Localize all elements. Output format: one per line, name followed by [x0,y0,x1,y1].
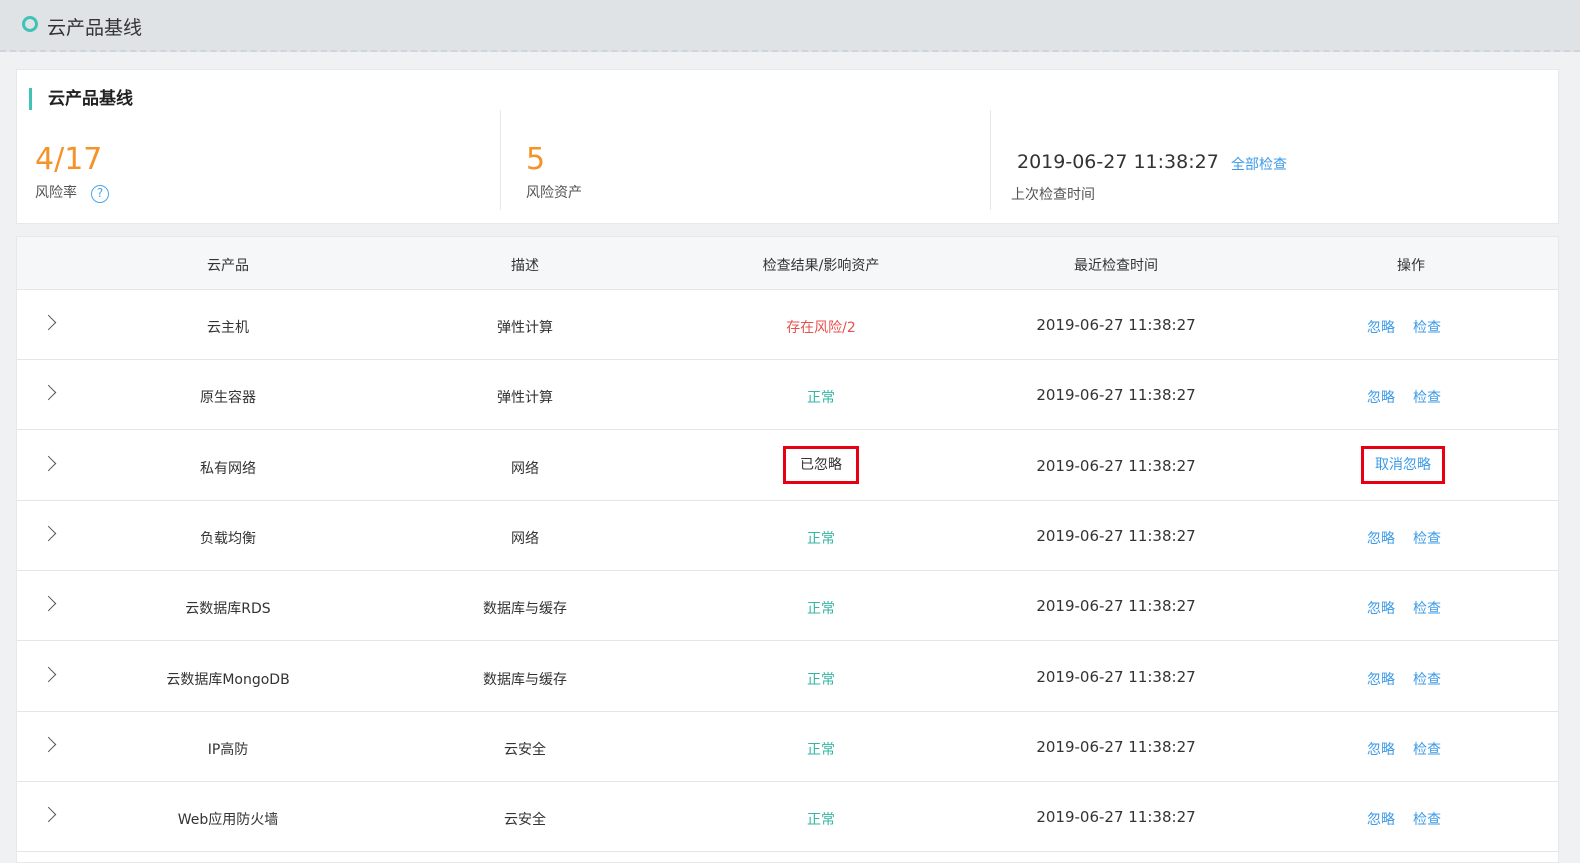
check-result-status: 正常 [807,390,835,406]
table-header: 云产品 描述 检查结果/影响资产 最近检查时间 操作 [17,237,1558,290]
check-result-status: 正常 [807,742,835,758]
last-check-time: 2019-06-27 11:38:27 [1036,597,1196,615]
check-button[interactable]: 检查 [1413,317,1441,337]
ignore-button[interactable]: 忽略 [1367,528,1395,548]
last-check-stat: 2019-06-27 11:38:27 全部检查 上次检查时间 [990,110,1550,210]
ignore-button[interactable]: 忽略 [1367,598,1395,618]
product-name: IP高防 [207,742,249,758]
table-row: Web应用防火墙 云安全 正常 2019-06-27 11:38:27 忽略 检查 [17,782,1558,852]
check-all-link[interactable]: 全部检查 [1231,154,1287,174]
check-button[interactable]: 检查 [1413,387,1441,407]
risk-assets-value: 5 [526,142,546,177]
check-result-status: 正常 [807,601,835,617]
table-row: 云主机 弹性计算 存在风险/2 2019-06-27 11:38:27 忽略 检查 [17,290,1558,360]
help-icon[interactable]: ? [91,185,109,203]
product-desc: 云安全 [504,812,546,828]
risk-assets-label: 风险资产 [526,185,582,201]
check-result-status: 正常 [807,672,835,688]
product-desc: 网络 [511,531,539,547]
last-check-time: 2019-06-27 11:38:27 [1036,738,1196,756]
last-check-time: 2019-06-27 11:38:27 [1036,668,1196,686]
table-row: 原生容器 弹性计算 正常 2019-06-27 11:38:27 忽略 检查 [17,360,1558,430]
last-check-time: 2019-06-27 11:38:27 [1036,316,1196,334]
chevron-right-icon[interactable] [40,666,57,683]
check-button[interactable]: 检查 [1413,809,1441,829]
check-result-status: 存在风险/2 [786,320,856,336]
ignore-button[interactable]: 忽略 [1367,317,1395,337]
last-check-time: 2019-06-27 11:38:27 [1036,386,1196,404]
ignore-button[interactable]: 忽略 [1367,809,1395,829]
check-button[interactable]: 检查 [1413,739,1441,759]
check-button[interactable]: 检查 [1413,669,1441,689]
last-check-label: 上次检查时间 [1011,187,1095,203]
status-ring-icon [22,16,38,32]
risk-rate-value: 4/17 [35,142,103,177]
product-desc: 云安全 [504,742,546,758]
ignore-button[interactable]: 忽略 [1367,739,1395,759]
product-name: 云主机 [207,320,249,336]
column-header-product: 云产品 [207,258,249,274]
check-result-status: 正常 [807,531,835,547]
chevron-right-icon[interactable] [40,736,57,753]
last-check-time: 2019-06-27 11:38:27 [1036,457,1196,475]
column-header-desc: 描述 [511,258,539,274]
table-row: IP高防 云安全 正常 2019-06-27 11:38:27 忽略 检查 [17,712,1558,782]
section-title: 云产品基线 [29,88,133,110]
product-name: 云数据库RDS [185,601,271,617]
cancel-ignore-button[interactable]: 取消忽略 [1361,446,1445,484]
chevron-right-icon[interactable] [40,384,57,401]
page-title: 云产品基线 [47,17,143,39]
ignore-button[interactable]: 忽略 [1367,387,1395,407]
check-button[interactable]: 检查 [1413,598,1441,618]
risk-rate-label: 风险率 [35,185,77,201]
product-desc: 数据库与缓存 [483,601,567,617]
check-result-status: 已忽略 [783,446,859,484]
check-result-status: 正常 [807,812,835,828]
product-name: 原生容器 [200,390,256,406]
product-desc: 网络 [511,461,539,477]
table-row: 负载均衡 网络 正常 2019-06-27 11:38:27 忽略 检查 [17,501,1558,571]
chevron-right-icon[interactable] [40,455,57,472]
top-bar: 云产品基线 [0,0,1580,52]
product-name: 云数据库MongoDB [166,672,290,688]
chevron-right-icon[interactable] [40,595,57,612]
product-name: 私有网络 [200,461,256,477]
baseline-table: 云产品 描述 检查结果/影响资产 最近检查时间 操作 云主机 弹性计算 存在风险/2… [16,236,1559,863]
last-check-time: 2019-06-27 11:38:27 [1036,808,1196,826]
last-check-time: 2019-06-27 11:38:27 [1036,527,1196,545]
product-desc: 弹性计算 [497,320,553,336]
table-row: 云数据库RDS 数据库与缓存 正常 2019-06-27 11:38:27 忽略 检查 [17,571,1558,641]
column-header-time: 最近检查时间 [1074,258,1158,274]
table-row: 云数据库MongoDB 数据库与缓存 正常 2019-06-27 11:38:27 忽略… [17,642,1558,712]
risk-assets-stat: 5 风险资产 [500,110,990,210]
last-check-time: 2019-06-27 11:38:27 [1017,151,1219,173]
chevron-right-icon[interactable] [40,525,57,542]
check-button[interactable]: 检查 [1413,528,1441,548]
product-name: 负载均衡 [200,531,256,547]
product-desc: 数据库与缓存 [483,672,567,688]
risk-rate-stat: 4/17 风险率 ? [17,110,500,210]
chevron-right-icon[interactable] [40,314,57,331]
column-header-result: 检查结果/影响资产 [762,258,880,274]
chevron-right-icon[interactable] [40,806,57,823]
product-desc: 弹性计算 [497,390,553,406]
column-header-actions: 操作 [1397,258,1425,274]
product-name: Web应用防火墙 [177,812,279,828]
summary-panel: 云产品基线 4/17 风险率 ? 5 风险资产 2019-06-27 11:38… [16,69,1559,224]
table-row: 私有网络 网络 已忽略 2019-06-27 11:38:27 取消忽略 [17,431,1558,501]
ignore-button[interactable]: 忽略 [1367,669,1395,689]
